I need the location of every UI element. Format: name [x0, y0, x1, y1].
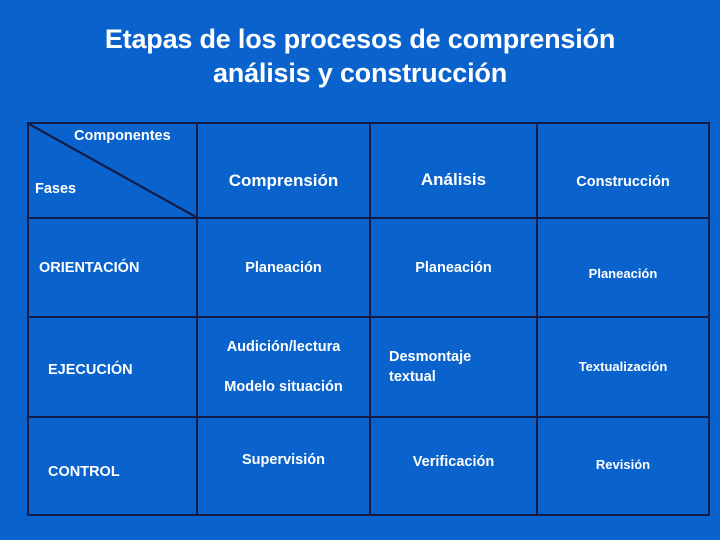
page-title-line-2: análisis y construcción	[212, 58, 507, 88]
cell-ejecucion-construccion: Textualización	[536, 316, 710, 418]
cell-text-line-2: textual	[389, 369, 436, 385]
cell-control-analisis: Verificación	[369, 416, 538, 516]
column-header-label: Análisis	[420, 169, 487, 189]
column-header-construccion: Construcción	[536, 122, 710, 219]
cell-ejecucion-comprension: Audición/lectura Modelo situación	[196, 316, 371, 418]
cell-text-line-2: Modelo situación	[224, 379, 343, 395]
cell-text: Supervisión	[242, 451, 325, 468]
page-title: Etapas de los procesos de comprensión an…	[0, 22, 720, 90]
row-header-control: CONTROL	[27, 416, 198, 516]
cell-text: Planeación	[588, 266, 658, 281]
row-header-ejecucion: EJECUCIÓN	[27, 316, 198, 418]
row-header-label: EJECUCIÓN	[48, 362, 133, 378]
cell-control-construccion: Revisión	[536, 416, 710, 516]
cell-text-line-1: Desmontaje	[389, 349, 472, 365]
table-row: ORIENTACIÓN Planeación Planeación Planea…	[27, 217, 710, 318]
stages-matrix-table: Componentes Fases Comprensión Análisis C…	[27, 122, 710, 516]
cell-text: Planeación	[245, 259, 322, 276]
table-row: CONTROL Supervisión Verificación Revisió…	[27, 416, 710, 516]
page-title-line-1: Etapas de los procesos de comprensión	[104, 24, 616, 54]
corner-label-phases: Fases	[35, 181, 77, 197]
cell-text: Verificación	[412, 453, 495, 470]
row-header-label: ORIENTACIÓN	[39, 259, 140, 276]
cell-orientacion-analisis: Planeación	[369, 217, 538, 318]
cell-text-line-1: Audición/lectura	[226, 339, 341, 355]
column-header-label: Comprensión	[228, 170, 339, 190]
table-header-row: Componentes Fases Comprensión Análisis C…	[27, 122, 710, 219]
table-row: EJECUCIÓN Audición/lectura Modelo situac…	[27, 316, 710, 418]
cell-text: Textualización	[578, 359, 668, 374]
cell-ejecucion-analisis: Desmontaje textual	[369, 316, 538, 418]
row-header-label: CONTROL	[48, 464, 120, 480]
cell-orientacion-comprension: Planeación	[196, 217, 371, 318]
cell-orientacion-construccion: Planeación	[536, 217, 710, 318]
column-header-comprension: Comprensión	[196, 122, 371, 219]
cell-text: Revisión	[595, 457, 651, 472]
corner-label-components: Componentes	[74, 128, 171, 144]
cell-text: Planeación	[415, 259, 492, 276]
cell-control-comprension: Supervisión	[196, 416, 371, 516]
column-header-analisis: Análisis	[369, 122, 538, 219]
corner-header-cell: Componentes Fases	[27, 122, 198, 219]
row-header-orientacion: ORIENTACIÓN	[27, 217, 198, 318]
column-header-label: Construcción	[576, 174, 670, 190]
